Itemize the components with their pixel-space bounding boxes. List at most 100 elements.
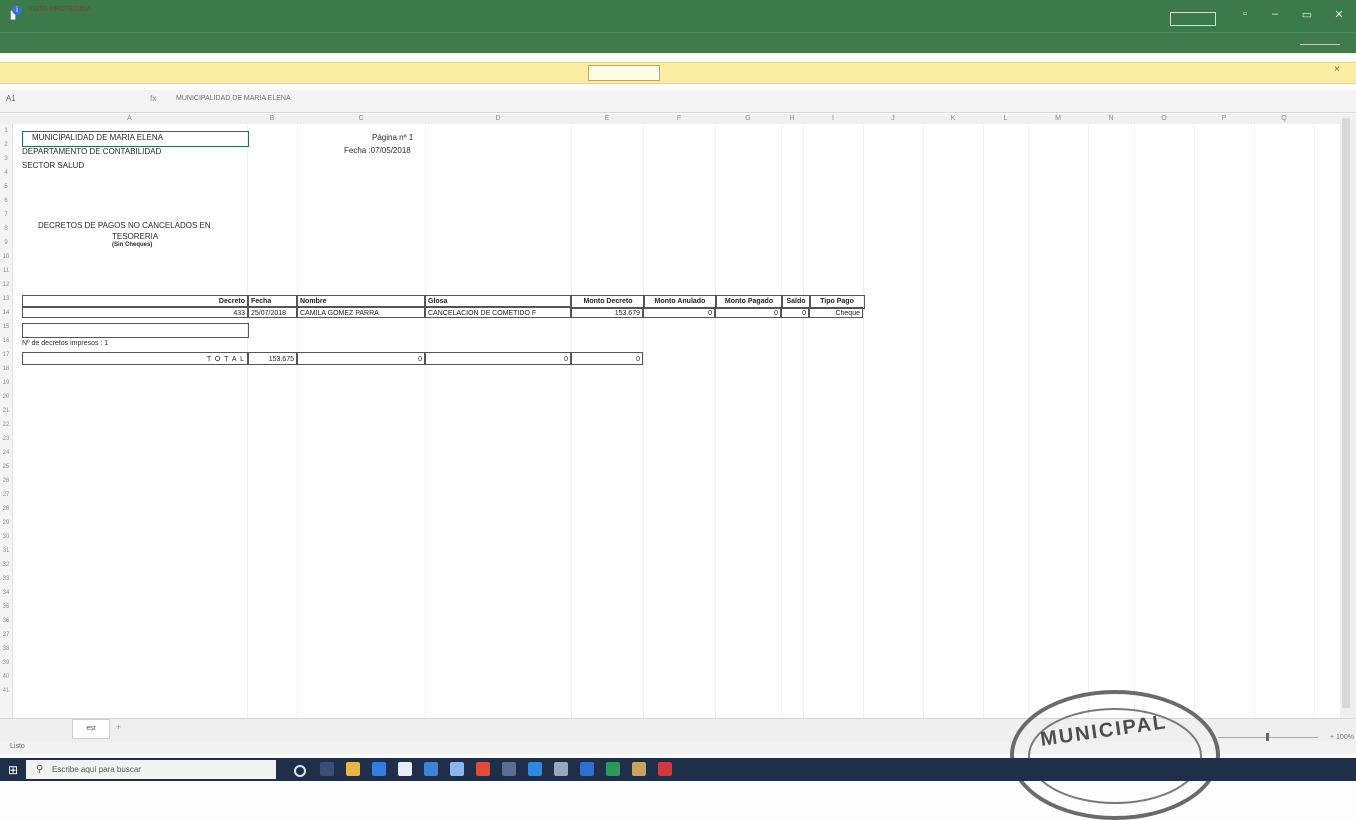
zoom-level[interactable]: + 100% (1330, 734, 1354, 741)
column-header[interactable]: J (863, 114, 923, 124)
word-icon[interactable] (528, 762, 542, 776)
column-header[interactable]: C (297, 114, 425, 124)
row-header[interactable]: 22 (0, 422, 12, 428)
mail-icon[interactable] (398, 762, 412, 776)
cell-saldo: 0 (781, 307, 809, 318)
row-header[interactable]: 8 (0, 226, 12, 232)
row-header[interactable]: 38 (0, 646, 12, 652)
row-header[interactable]: 25 (0, 464, 12, 470)
row-header[interactable]: 1 (0, 128, 12, 134)
minimize-icon[interactable]: – (1262, 8, 1288, 20)
column-header[interactable]: L (983, 114, 1028, 124)
column-header[interactable]: M (1028, 114, 1088, 124)
total-label: T O T A L (22, 352, 248, 365)
column-header[interactable]: B (247, 114, 297, 124)
folder-icon[interactable] (632, 762, 646, 776)
column-header[interactable]: F (643, 114, 715, 124)
row-header[interactable]: 27 (0, 492, 12, 498)
account-button[interactable] (1170, 12, 1216, 26)
phone-icon[interactable] (450, 762, 464, 776)
row-header[interactable]: 29 (0, 520, 12, 526)
row-header[interactable]: 14 (0, 310, 12, 316)
row-header[interactable]: 17 (0, 352, 12, 358)
column-header[interactable]: Q (1254, 114, 1314, 124)
task-view-icon[interactable] (320, 762, 334, 776)
row-header[interactable]: 7 (0, 212, 12, 218)
column-header[interactable]: G (715, 114, 781, 124)
row-header[interactable]: 33 (0, 576, 12, 582)
row-header[interactable]: 13 (0, 296, 12, 302)
row-header[interactable]: 6 (0, 198, 12, 204)
name-box[interactable]: A1 (6, 94, 76, 108)
row-header[interactable]: 34 (0, 590, 12, 596)
row-header[interactable]: 28 (0, 506, 12, 512)
row-header[interactable]: 35 (0, 604, 12, 610)
row-header[interactable]: 4 (0, 170, 12, 176)
row-header[interactable]: 39 (0, 660, 12, 666)
row-header[interactable]: 40 (0, 674, 12, 680)
row-header[interactable]: 31 (0, 548, 12, 554)
department-name: DEPARTAMENTO DE CONTABILIDAD (22, 147, 162, 156)
column-header[interactable]: O (1134, 114, 1194, 124)
column-header[interactable]: H (781, 114, 803, 124)
store-icon[interactable] (424, 762, 438, 776)
column-header[interactable]: D (425, 114, 571, 124)
app-icon[interactable] (502, 762, 516, 776)
windows-start-icon[interactable]: ⊞ (8, 763, 22, 777)
row-header[interactable]: 3 (0, 156, 12, 162)
zoom-slider-thumb[interactable] (1266, 733, 1269, 741)
pdf-icon[interactable] (658, 762, 672, 776)
row-header[interactable]: 20 (0, 394, 12, 400)
row-header[interactable]: 21 (0, 408, 12, 414)
scroll-thumb[interactable] (1342, 118, 1350, 708)
row-header[interactable]: 36 (0, 618, 12, 624)
row-header[interactable]: 12 (0, 282, 12, 288)
outlook-icon[interactable] (580, 762, 594, 776)
worksheet-grid[interactable] (13, 124, 1340, 718)
page-number: Página nº 1 (372, 133, 414, 142)
close-icon[interactable]: ✕ (1326, 8, 1352, 21)
ribbon-tabs (0, 32, 1356, 53)
chrome-icon[interactable] (476, 762, 490, 776)
column-header[interactable]: E (571, 114, 643, 124)
column-header[interactable]: I (803, 114, 863, 124)
sheet-tab[interactable]: est (72, 719, 110, 739)
row-header[interactable]: 23 (0, 436, 12, 442)
cortana-icon[interactable] (294, 765, 306, 777)
file-explorer-icon[interactable] (346, 762, 360, 776)
row-header[interactable]: 37 (0, 632, 12, 638)
gridline (1028, 124, 1029, 718)
title-bar (0, 0, 1356, 32)
row-header[interactable]: 2 (0, 142, 12, 148)
excel-taskbar-icon[interactable] (606, 762, 620, 776)
column-header[interactable]: N (1088, 114, 1134, 124)
row-header[interactable]: 30 (0, 534, 12, 540)
row-header[interactable]: 5 (0, 184, 12, 190)
row-header[interactable]: 11 (0, 268, 12, 274)
edge-icon[interactable] (372, 762, 386, 776)
row-header[interactable]: 9 (0, 240, 12, 246)
row-header[interactable]: 15 (0, 324, 12, 330)
row-header[interactable]: 10 (0, 254, 12, 260)
maximize-icon[interactable]: ▭ (1294, 8, 1320, 21)
row-header[interactable]: 24 (0, 450, 12, 456)
close-icon[interactable]: × (1334, 64, 1340, 75)
row-header[interactable]: 19 (0, 380, 12, 386)
row-header[interactable]: 26 (0, 478, 12, 484)
formula-input[interactable]: MUNICIPALIDAD DE MARIA ELENA (176, 95, 291, 102)
fx-icon[interactable]: fx (150, 94, 156, 103)
column-header[interactable]: P (1194, 114, 1254, 124)
add-sheet-icon[interactable]: + (116, 722, 126, 732)
clock[interactable] (1270, 761, 1330, 769)
column-header[interactable]: A (12, 114, 247, 124)
row-header[interactable]: 16 (0, 338, 12, 344)
gridline (1088, 124, 1089, 718)
ribbon-display-icon[interactable]: ▫ (1232, 8, 1258, 20)
column-header[interactable]: K (923, 114, 983, 124)
enable-editing-button[interactable] (588, 65, 660, 81)
row-header[interactable]: 41 (0, 688, 12, 694)
row-header[interactable]: 18 (0, 366, 12, 372)
share-button[interactable] (1300, 44, 1340, 45)
row-header[interactable]: 32 (0, 562, 12, 568)
calculator-icon[interactable] (554, 762, 568, 776)
